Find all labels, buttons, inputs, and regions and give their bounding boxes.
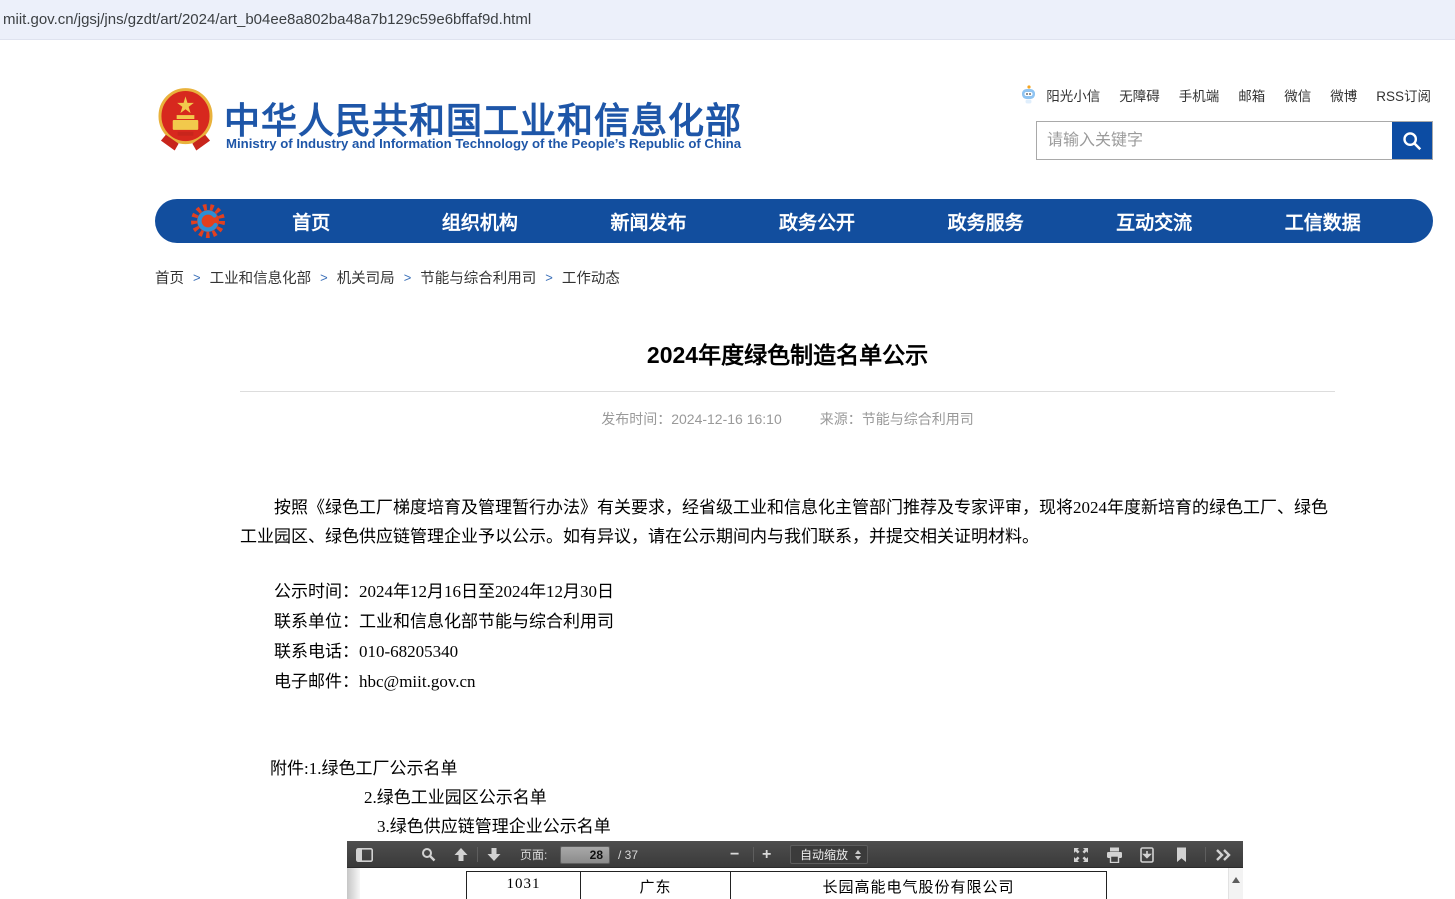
pdf-more-tools-button[interactable] xyxy=(1215,848,1233,862)
fullscreen-icon xyxy=(1073,847,1089,863)
breadcrumb-miit[interactable]: 工业和信息化部 xyxy=(210,267,312,288)
article: 2024年度绿色制造名单公示 发布时间：2024-12-16 16:10 来源：… xyxy=(240,330,1335,841)
bookmark-icon xyxy=(1175,847,1188,863)
nav-item-data[interactable]: 工信数据 xyxy=(1238,208,1407,235)
page-url[interactable]: miit.gov.cn/jgsj/jns/gzdt/art/2024/art_b… xyxy=(0,11,531,28)
miit-gear-logo-icon xyxy=(189,202,227,240)
nav-item-news[interactable]: 新闻发布 xyxy=(564,208,733,235)
title-divider xyxy=(240,391,1335,392)
pdf-zoom-in-button[interactable]: + xyxy=(762,841,771,868)
nav-item-home[interactable]: 首页 xyxy=(227,208,396,235)
main-nav: 首页 组织机构 新闻发布 政务公开 政务服务 互动交流 工信数据 xyxy=(155,199,1433,243)
pdf-toolbar: 页面: / 37 − + 自动缩放 xyxy=(347,841,1243,868)
pdf-print-button[interactable] xyxy=(1106,847,1123,863)
attachment-green-factory[interactable]: 附件:1.绿色工厂公示名单 xyxy=(240,754,1335,783)
utility-link-mobile[interactable]: 手机端 xyxy=(1179,85,1220,105)
breadcrumb-separator: > xyxy=(545,270,553,285)
pdf-previous-page-button[interactable] xyxy=(453,847,469,862)
detail-contact-email: 电子邮件：hbc@miit.gov.cn xyxy=(240,667,1335,697)
table-cell-company: 长园高能电气股份有限公司 xyxy=(731,872,1107,899)
pdf-vertical-scrollbar[interactable] xyxy=(1228,868,1243,899)
pdf-table: 1031 广东 长园高能电气股份有限公司 xyxy=(466,871,1107,899)
table-cell-serial: 1031 xyxy=(467,872,581,899)
download-icon xyxy=(1139,847,1155,863)
pdf-page-total: / 37 xyxy=(618,848,638,862)
pdf-left-edge-strip xyxy=(347,868,360,899)
pdf-presentation-mode-button[interactable] xyxy=(1073,847,1089,863)
utility-link-accessibility[interactable]: 无障碍 xyxy=(1119,85,1160,105)
nav-item-organization[interactable]: 组织机构 xyxy=(396,208,565,235)
breadcrumb-work-updates[interactable]: 工作动态 xyxy=(562,267,620,288)
nav-item-interaction[interactable]: 互动交流 xyxy=(1070,208,1239,235)
utility-link-weibo[interactable]: 微博 xyxy=(1330,85,1357,105)
publish-time: 发布时间：2024-12-16 16:10 xyxy=(601,409,782,429)
browser-url-bar[interactable]: miit.gov.cn/jgsj/jns/gzdt/art/2024/art_b… xyxy=(0,0,1455,40)
attachments-list: 附件:1.绿色工厂公示名单 2.绿色工业园区公示名单 3.绿色供应链管理企业公示… xyxy=(240,754,1335,841)
scroll-up-arrow-icon[interactable] xyxy=(1232,877,1240,883)
attachment-green-industrial-park[interactable]: 2.绿色工业园区公示名单 xyxy=(240,783,1335,812)
article-title: 2024年度绿色制造名单公示 xyxy=(240,342,1335,369)
search-input[interactable] xyxy=(1037,122,1392,159)
double-chevron-right-icon xyxy=(1215,848,1233,862)
utility-link-wechat[interactable]: 微信 xyxy=(1284,85,1311,105)
pdf-zoom-out-button[interactable]: − xyxy=(730,841,739,868)
search-bar xyxy=(1036,121,1433,160)
pdf-page-number-input[interactable] xyxy=(560,846,610,864)
pdf-zoom-select[interactable]: 自动缩放 xyxy=(790,845,868,864)
publish-info: 发布时间：2024-12-16 16:10 来源：节能与综合利用司 xyxy=(240,409,1335,429)
site-subtitle: Ministry of Industry and Information Tec… xyxy=(226,136,786,151)
breadcrumb-home[interactable]: 首页 xyxy=(155,267,184,288)
pdf-viewer: 页面: / 37 − + 自动缩放 xyxy=(347,841,1243,899)
pdf-zoom-value: 自动缩放 xyxy=(800,846,848,863)
breadcrumb-energy-dept[interactable]: 节能与综合利用司 xyxy=(420,267,536,288)
table-row: 1031 广东 长园高能电气股份有限公司 xyxy=(467,872,1107,899)
detail-contact-phone: 联系电话：010-68205340 xyxy=(240,637,1335,667)
select-arrows-icon xyxy=(855,850,861,860)
breadcrumb-separator: > xyxy=(404,270,412,285)
search-icon xyxy=(1401,130,1423,152)
national-emblem-logo xyxy=(158,88,213,152)
breadcrumb: 首页 > 工业和信息化部 > 机关司局 > 节能与综合利用司 > 工作动态 xyxy=(155,267,620,288)
search-button[interactable] xyxy=(1392,122,1432,159)
nav-item-gov-disclosure[interactable]: 政务公开 xyxy=(733,208,902,235)
utility-link-rss[interactable]: RSS订阅 xyxy=(1376,85,1431,105)
breadcrumb-separator: > xyxy=(193,270,201,285)
page-down-icon xyxy=(486,847,502,862)
sidebar-toggle-icon xyxy=(356,848,373,862)
utility-link-sunshine[interactable]: 阳光小信 xyxy=(1046,85,1100,105)
article-paragraph: 按照《绿色工厂梯度培育及管理暂行办法》有关要求，经省级工业和信息化主管部门推荐及… xyxy=(240,493,1335,551)
attachment-green-supply-chain[interactable]: 3.绿色供应链管理企业公示名单 xyxy=(240,812,1335,841)
pdf-find-button[interactable] xyxy=(421,847,436,862)
source: 来源：节能与综合利用司 xyxy=(820,409,974,429)
robot-assistant-icon xyxy=(1020,85,1037,105)
pdf-page-content: 1031 广东 长园高能电气股份有限公司 xyxy=(347,868,1243,899)
find-icon xyxy=(421,847,436,862)
detail-public-period: 公示时间：2024年12月16日至2024年12月30日 xyxy=(240,577,1335,607)
utility-links: 阳光小信 无障碍 手机端 邮箱 微信 微博 RSS订阅 xyxy=(1020,85,1431,105)
contact-details: 公示时间：2024年12月16日至2024年12月30日 联系单位：工业和信息化… xyxy=(240,577,1335,697)
page-up-icon xyxy=(453,847,469,862)
breadcrumb-separator: > xyxy=(320,270,328,285)
pdf-bookmark-button[interactable] xyxy=(1175,847,1188,863)
table-cell-province: 广东 xyxy=(581,872,731,899)
pdf-download-button[interactable] xyxy=(1139,847,1155,863)
detail-contact-unit: 联系单位：工业和信息化部节能与综合利用司 xyxy=(240,607,1335,637)
pdf-page-label: 页面: xyxy=(520,846,547,863)
pdf-sidebar-toggle-button[interactable] xyxy=(356,848,373,862)
utility-link-mailbox[interactable]: 邮箱 xyxy=(1238,85,1265,105)
nav-item-gov-services[interactable]: 政务服务 xyxy=(901,208,1070,235)
print-icon xyxy=(1106,847,1123,863)
breadcrumb-departments[interactable]: 机关司局 xyxy=(337,267,395,288)
pdf-next-page-button[interactable] xyxy=(486,847,502,862)
